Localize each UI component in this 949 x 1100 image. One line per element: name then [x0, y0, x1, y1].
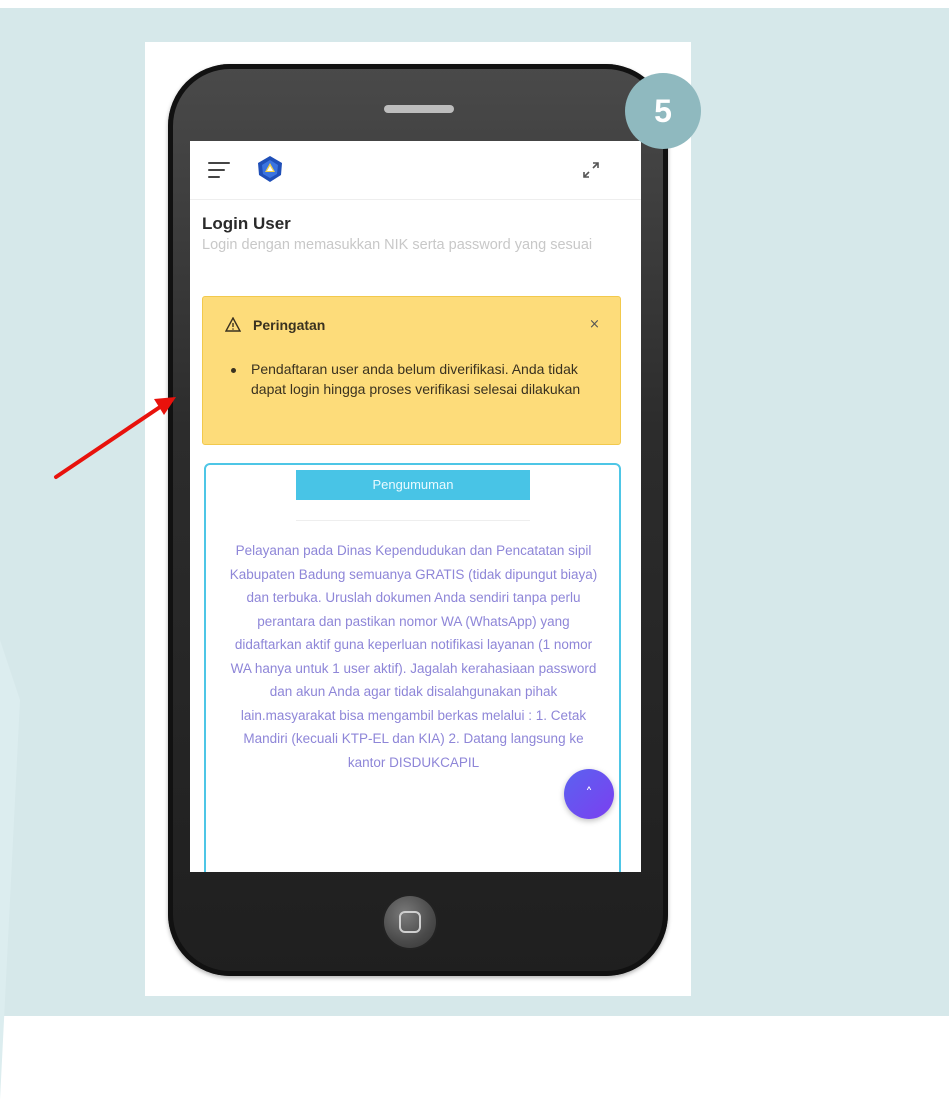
bullet-point: [231, 368, 236, 373]
login-subtitle: Login dengan memasukkan NIK serta passwo…: [202, 237, 593, 253]
hamburger-menu-icon[interactable]: [208, 162, 232, 180]
divider: [296, 520, 530, 521]
home-button-icon[interactable]: [384, 896, 436, 948]
phone-speaker: [384, 105, 454, 113]
warning-alert: Peringatan × Pendaftaran user anda belum…: [202, 296, 621, 445]
step-number-badge: 5: [625, 73, 701, 149]
announcement-tab[interactable]: Pengumuman: [296, 470, 530, 500]
announcement-body: Pelayanan pada Dinas Kependudukan dan Pe…: [229, 543, 598, 770]
badung-logo-icon[interactable]: [256, 155, 284, 183]
login-title: Login User: [202, 214, 291, 233]
home-button-inner: [399, 911, 421, 933]
scroll-to-top-button[interactable]: ˄: [564, 769, 614, 819]
close-icon[interactable]: ×: [589, 317, 600, 332]
alert-title: Peringatan: [253, 317, 326, 333]
app-topbar: [190, 141, 641, 200]
red-arrow-icon: [54, 397, 176, 479]
phone-screen: Login User Login dengan memasukkan NIK s…: [190, 141, 641, 872]
background-decoration: [0, 640, 20, 1100]
warning-triangle-icon: [225, 317, 241, 332]
expand-arrows-icon[interactable]: [582, 161, 600, 179]
announcement-card: Pengumuman Pelayanan pada Dinas Kependud…: [204, 463, 621, 872]
alert-message: Pendaftaran user anda belum diverifikasi…: [251, 361, 581, 397]
